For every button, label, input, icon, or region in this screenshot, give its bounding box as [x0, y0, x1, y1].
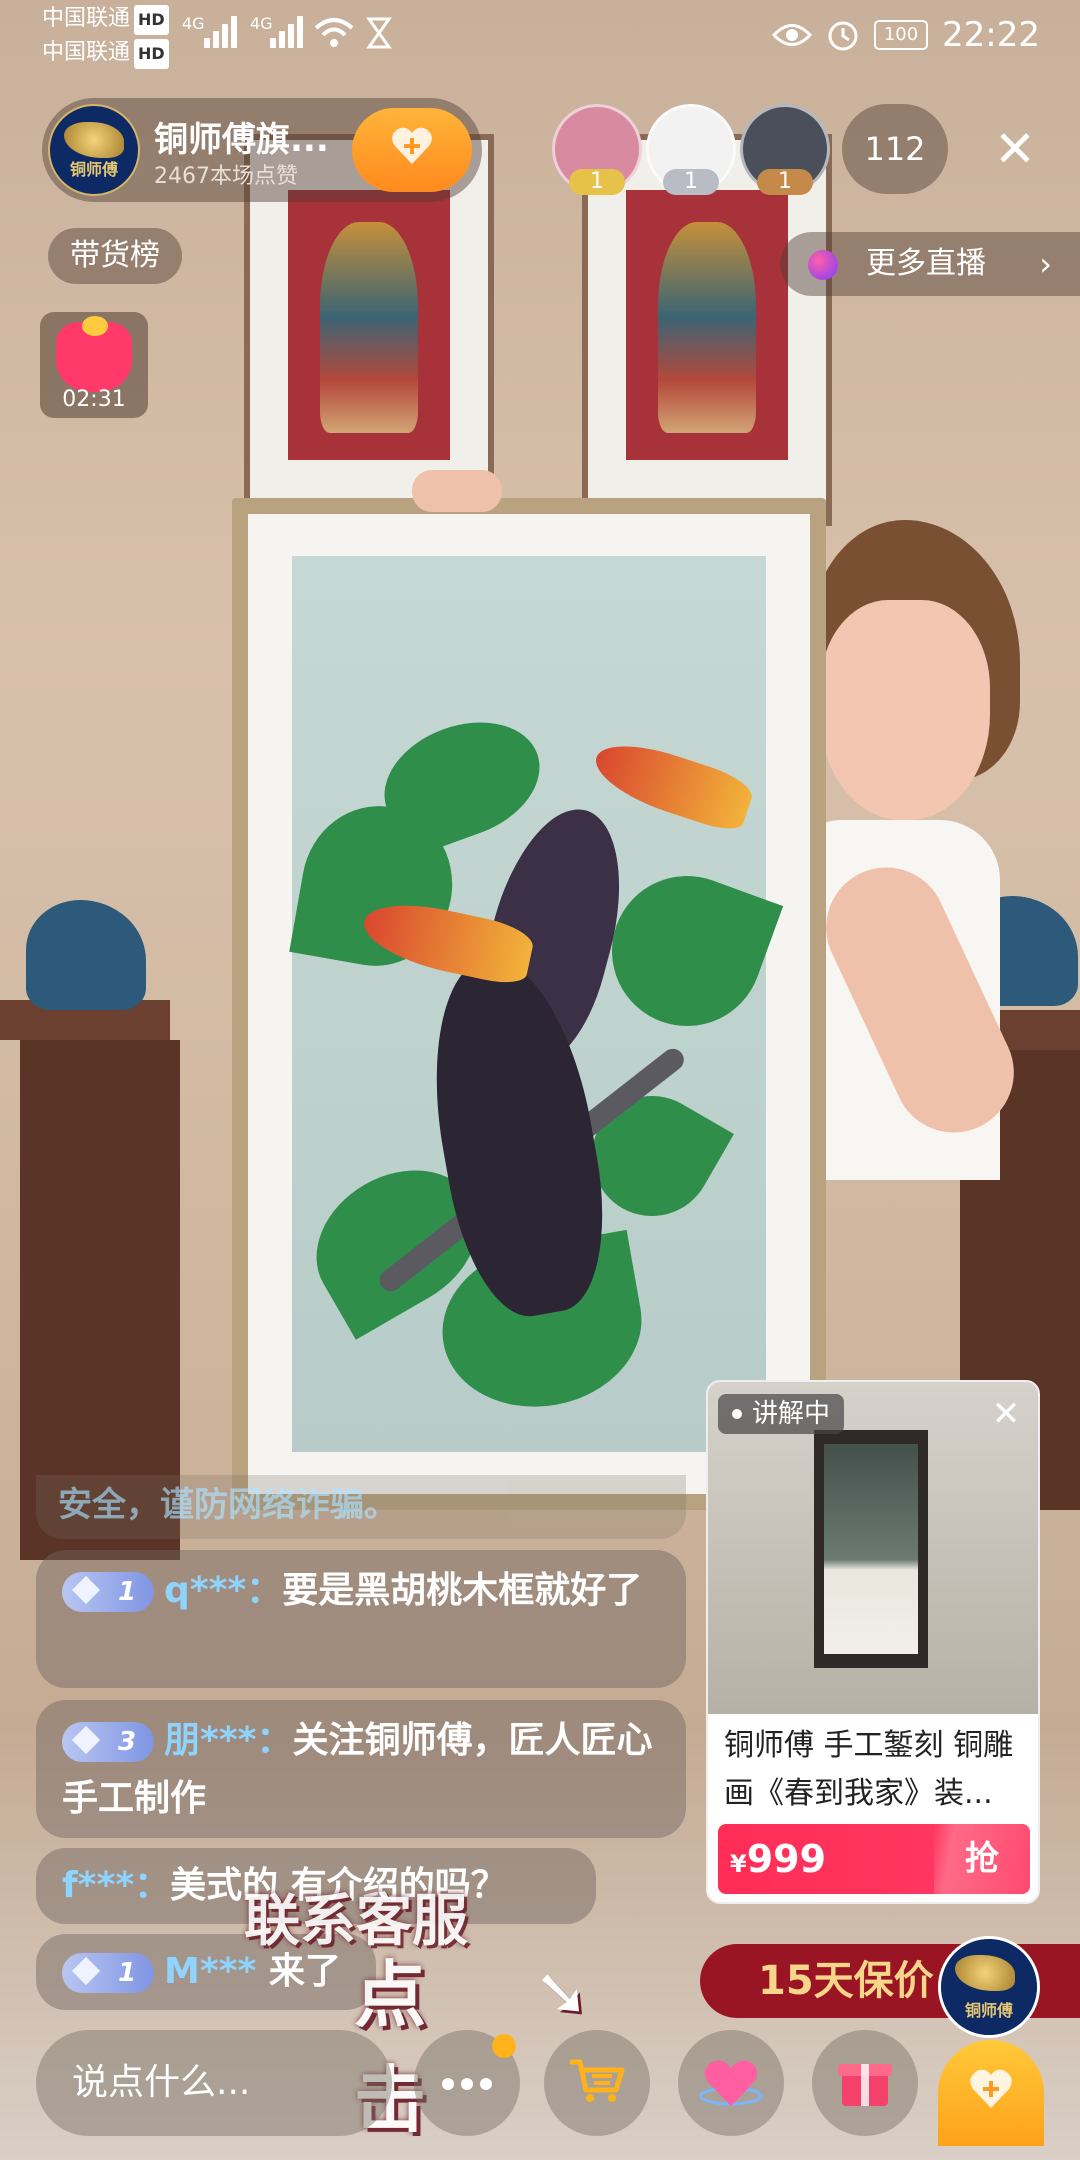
- status-bar: 中国联通 HD 中国联通 HD 4G 4G 100 22:22: [0, 0, 1080, 72]
- viewer-avatar-1[interactable]: 1: [552, 104, 642, 195]
- explaining-badge: 讲解中: [718, 1394, 845, 1434]
- viewer-rank-badge: 1: [663, 169, 719, 195]
- user-level-badge: 3: [62, 1722, 154, 1762]
- hd-badge: HD: [134, 39, 169, 69]
- viewer-avatar-2[interactable]: 1: [646, 104, 736, 195]
- chat-message: 1 q***：要是黑胡桃木框就好了: [36, 1550, 686, 1688]
- comment-input[interactable]: 说点什么...: [36, 2030, 392, 2136]
- eye-icon: [772, 24, 813, 46]
- chat-message: 3 朋***：关注铜师傅，匠人匠心手工制作: [36, 1700, 686, 1838]
- host-likes: 2467本场点赞: [154, 164, 298, 189]
- presenter-hand: [412, 470, 502, 512]
- arrow-down-right-icon: ➘: [534, 1954, 590, 2031]
- price-value: 999: [746, 1837, 827, 1881]
- product-frame-image: [814, 1430, 928, 1668]
- status-right-group: 100 22:22: [772, 10, 1040, 60]
- viewer-avatar-3[interactable]: 1: [740, 104, 830, 195]
- carrier-1-label: 中国联通: [42, 6, 131, 31]
- chat-text: 要是黑胡桃木框就好了: [282, 1570, 643, 1611]
- chat-text: 来了: [268, 1951, 341, 1992]
- sales-rank-button[interactable]: 带货榜: [48, 228, 182, 284]
- currency-symbol: ¥: [730, 1850, 747, 1878]
- close-icon[interactable]: ✕: [986, 1394, 1026, 1434]
- contact-service-sticker[interactable]: 联系客服 点击 ➘: [244, 1876, 589, 2142]
- viewer-count[interactable]: 112: [842, 104, 948, 194]
- cart-icon: [570, 2059, 625, 2102]
- heart-plus-icon: [970, 2069, 1012, 2108]
- status-time: 22:22: [942, 15, 1040, 55]
- shop-avatar[interactable]: 铜师傅: [938, 1936, 1040, 2038]
- carrier-1: 中国联通 HD: [42, 4, 169, 35]
- chat-system-notice: 安全，谨防网络诈骗。: [36, 1475, 686, 1539]
- product-price: ¥999: [730, 1824, 826, 1899]
- host-name: 铜师傅旗...: [154, 120, 329, 160]
- alarm-icon: [828, 21, 858, 51]
- user-level-badge: 1: [62, 1953, 154, 1993]
- more-live-button[interactable]: 更多直播 ›: [780, 232, 1080, 296]
- more-live-label: 更多直播: [866, 246, 986, 281]
- hd-badge: HD: [134, 5, 169, 35]
- user-level-badge: 1: [62, 1572, 154, 1612]
- chat-username[interactable]: M***: [164, 1951, 256, 1992]
- carrier-2: 中国联通 HD: [42, 38, 169, 69]
- avatar-logo-text: 铜师傅: [964, 2001, 1013, 2020]
- live-stream-screen: 中国联通 HD 中国联通 HD 4G 4G 100 22:22 铜师傅 铜师傅旗…: [0, 0, 1080, 2160]
- red-packet-timer: 02:31: [62, 387, 126, 412]
- heart-plus-icon: [392, 127, 432, 164]
- battery-icon: 100: [874, 20, 929, 50]
- buy-bar[interactable]: ¥999 抢: [718, 1824, 1030, 1894]
- host-avatar[interactable]: 铜师傅: [48, 104, 140, 196]
- viewer-rank-badge: 1: [569, 169, 625, 195]
- lion-statue-left: [26, 900, 146, 1010]
- shopping-cart-button[interactable]: [544, 2030, 650, 2136]
- viewer-rank-badge: 1: [757, 169, 813, 195]
- network-type-1: 4G: [182, 14, 205, 33]
- heart-icon: [699, 2060, 763, 2106]
- chat-username[interactable]: q***：: [164, 1570, 282, 1611]
- gift-box-icon: [838, 2064, 892, 2106]
- chat-username[interactable]: 朋***：: [164, 1720, 292, 1761]
- carrier-2-label: 中国联通: [42, 40, 131, 65]
- red-packet-button[interactable]: 02:31: [40, 312, 148, 418]
- presenter-face: [820, 600, 990, 820]
- follow-button[interactable]: [352, 108, 472, 192]
- dragon-logo-icon: [955, 1955, 1015, 1991]
- signal-icon: [204, 14, 242, 48]
- hourglass-icon: [366, 17, 392, 49]
- chevron-right-icon: ›: [1039, 245, 1052, 283]
- signal-icon: [270, 14, 308, 48]
- product-title: 铜师傅 手工錾刻 铜雕画《春到我家》装...: [724, 1728, 1014, 1811]
- like-button[interactable]: [678, 2030, 784, 2136]
- chat-username[interactable]: f***：: [62, 1865, 170, 1906]
- live-dot-icon: [808, 250, 838, 280]
- lucky-bag-knot: [82, 316, 108, 336]
- avatar-logo-text: 铜师傅: [69, 160, 118, 179]
- toucan-artwork-frame: [232, 498, 826, 1510]
- product-card[interactable]: 讲解中 ✕ 铜师傅 手工錾刻 铜雕画《春到我家》装... ¥999 抢: [706, 1380, 1040, 1904]
- gift-box-button[interactable]: [812, 2030, 918, 2136]
- dragon-logo-icon: [64, 122, 124, 158]
- wifi-icon: [314, 18, 354, 47]
- grab-button[interactable]: 抢: [934, 1824, 1030, 1894]
- send-gift-button[interactable]: [938, 2040, 1044, 2146]
- notification-dot: [492, 2034, 516, 2058]
- close-icon[interactable]: ✕: [990, 124, 1040, 174]
